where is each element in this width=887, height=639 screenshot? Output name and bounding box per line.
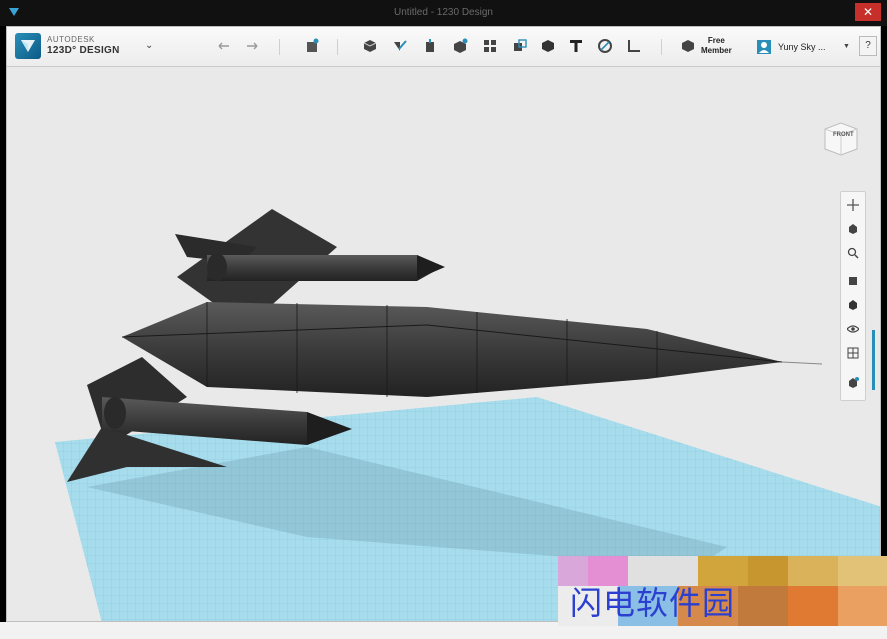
sketch-button[interactable]	[389, 35, 411, 57]
snap-button[interactable]	[594, 35, 616, 57]
undo-icon	[218, 42, 229, 50]
watermark-text: 闪电软件园	[570, 584, 736, 622]
app-name[interactable]: AUTODESK 123D° DESIGN	[47, 34, 120, 56]
app-logo-icon	[21, 40, 35, 52]
toolbar-separator	[661, 39, 662, 55]
toolbar-separator	[279, 39, 280, 55]
transform-button[interactable]	[301, 35, 323, 57]
combine-button[interactable]	[537, 35, 559, 57]
user-menu[interactable]: Yuny Sky ... ▼	[753, 33, 855, 61]
fit-icon	[849, 277, 857, 285]
brand-label: AUTODESK	[47, 35, 95, 44]
pattern-icon	[484, 40, 496, 52]
combine-icon	[542, 40, 554, 52]
material-button[interactable]	[844, 374, 862, 392]
grid-icon	[847, 347, 859, 359]
construct-button[interactable]	[419, 35, 441, 57]
visibility-button[interactable]	[844, 320, 862, 338]
text-button[interactable]	[565, 35, 587, 57]
zoom-icon	[847, 247, 859, 259]
view-cube[interactable]: FRONT	[819, 117, 863, 161]
product-label: 123D° DESIGN	[47, 45, 120, 56]
3d-viewport[interactable]: FRONT	[7, 67, 880, 621]
orbit-button[interactable]	[844, 220, 862, 238]
text-icon	[570, 40, 582, 52]
user-name: Yuny Sky ...	[778, 42, 826, 52]
window-close-button[interactable]: ✕	[855, 3, 881, 21]
members-icon	[682, 40, 694, 52]
caret-down-icon: ▼	[843, 43, 850, 50]
perspective-icon	[849, 300, 857, 310]
member-line1: Free	[707, 36, 725, 45]
window-title: Untitled - 1230 Design	[394, 7, 493, 18]
primitives-button[interactable]	[359, 35, 381, 57]
modify-button[interactable]	[449, 35, 471, 57]
sketch-icon	[394, 40, 407, 51]
redo-icon	[247, 42, 258, 50]
eye-icon	[847, 325, 859, 333]
side-panel-tab[interactable]	[872, 330, 875, 390]
scene-canvas	[55, 209, 880, 621]
grid-toggle-button[interactable]	[844, 344, 862, 362]
pan-button[interactable]	[844, 196, 862, 214]
grouping-icon	[514, 39, 527, 51]
material-icon	[849, 377, 859, 388]
pattern-button[interactable]	[479, 35, 501, 57]
pan-icon	[847, 199, 859, 211]
perspective-button[interactable]	[844, 296, 862, 314]
navigation-bar	[840, 191, 866, 401]
transform-icon	[307, 38, 319, 52]
fit-button[interactable]	[844, 272, 862, 290]
app-window: AUTODESK 123D° DESIGN ⌄ Free Member Yuny…	[6, 26, 881, 622]
primitives-icon	[363, 40, 377, 52]
main-toolbar: AUTODESK 123D° DESIGN ⌄ Free Member Yuny…	[7, 27, 880, 67]
measure-icon	[628, 40, 640, 52]
zoom-button[interactable]	[844, 244, 862, 262]
help-button[interactable]: ?	[859, 36, 877, 56]
avatar-icon	[757, 40, 771, 54]
modify-icon	[454, 38, 468, 53]
window-titlebar: Untitled - 1230 Design ✕	[0, 0, 887, 26]
orbit-icon	[849, 224, 857, 234]
chevron-down-icon[interactable]: ⌄	[145, 40, 153, 51]
view-cube-label: FRONT	[833, 132, 854, 138]
member-line2: Member	[701, 46, 732, 55]
measure-button[interactable]	[623, 35, 645, 57]
member-status[interactable]: Free Member	[679, 33, 749, 61]
grouping-button[interactable]	[509, 35, 531, 57]
snap-icon	[598, 39, 612, 53]
undo-button[interactable]	[213, 35, 235, 57]
toolbar-separator	[337, 39, 338, 55]
redo-button[interactable]	[241, 35, 263, 57]
view-cube-icon	[824, 122, 858, 156]
construct-icon	[426, 39, 434, 52]
app-menu-logo[interactable]	[15, 33, 41, 59]
